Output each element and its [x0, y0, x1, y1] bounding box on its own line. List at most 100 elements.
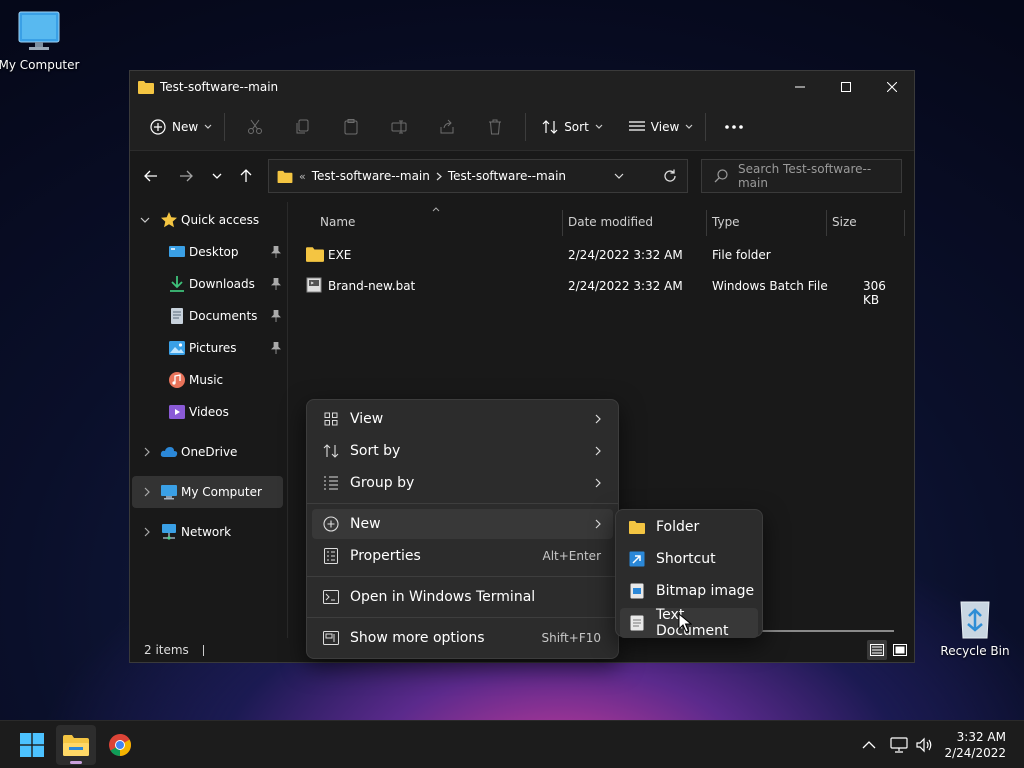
title-bar[interactable]: Test-software--main — [130, 71, 914, 103]
cut-icon — [248, 119, 263, 134]
submenu-item-folder[interactable]: Folder — [620, 512, 758, 542]
cut-button[interactable] — [231, 111, 279, 143]
more-options-button[interactable] — [716, 111, 752, 143]
desktop-icon-recycle-bin[interactable]: Recycle Bin — [933, 598, 1017, 658]
chevron-right-icon[interactable] — [142, 487, 152, 497]
file-row-bat[interactable]: Brand-new.bat 2/24/2022 3:32 AM Windows … — [300, 271, 902, 307]
breadcrumb-overflow[interactable]: « — [299, 170, 306, 183]
start-button[interactable] — [12, 725, 52, 765]
column-divider[interactable] — [826, 210, 827, 236]
share-button[interactable] — [423, 111, 471, 143]
menu-item-new[interactable]: New — [312, 509, 613, 539]
details-view-button[interactable] — [867, 640, 887, 660]
sidebar-item-network[interactable]: Network — [130, 516, 287, 548]
column-header-name[interactable]: Name — [320, 215, 355, 229]
music-icon — [169, 372, 185, 388]
breadcrumb-item[interactable]: Test-software--main — [312, 169, 430, 183]
address-bar[interactable]: « Test-software--main Test-software--mai… — [268, 159, 688, 193]
view-button[interactable]: View — [623, 111, 699, 143]
column-divider[interactable] — [562, 210, 563, 236]
menu-separator — [307, 617, 618, 618]
shortcut-icon — [628, 550, 646, 568]
menu-item-group-by[interactable]: Group by — [312, 468, 613, 498]
new-button[interactable]: New — [144, 111, 218, 143]
menu-item-properties[interactable]: Properties Alt+Enter — [312, 541, 613, 571]
sort-ascending-icon — [432, 207, 440, 212]
search-input[interactable]: Search Test-software--main — [701, 159, 902, 193]
paste-button[interactable] — [327, 111, 375, 143]
back-button[interactable] — [134, 160, 168, 192]
refresh-icon[interactable] — [663, 169, 677, 183]
minimize-button[interactable] — [777, 71, 823, 103]
taskbar-clock[interactable]: 3:32 AM 2/24/2022 — [944, 729, 1006, 761]
arrow-up-icon — [240, 169, 252, 182]
breadcrumb-item[interactable]: Test-software--main — [448, 169, 566, 183]
horizontal-scrollbar[interactable] — [756, 630, 894, 632]
submenu-item-shortcut[interactable]: Shortcut — [620, 544, 758, 574]
sidebar-item-quick-access[interactable]: Quick access — [130, 204, 287, 236]
chevron-down-icon[interactable] — [614, 173, 624, 179]
taskbar-file-explorer[interactable] — [56, 725, 96, 765]
volume-icon[interactable] — [916, 737, 934, 753]
file-row-exe[interactable]: EXE 2/24/2022 3:32 AM File folder — [300, 240, 902, 270]
sort-button-label: Sort — [564, 119, 589, 134]
menu-item-label: Group by — [350, 475, 415, 491]
chevron-right-icon[interactable] — [142, 447, 152, 457]
chevron-up-icon[interactable] — [862, 741, 876, 749]
column-header-type[interactable]: Type — [712, 215, 740, 229]
sidebar-item-pictures[interactable]: Pictures — [130, 332, 287, 364]
window-title: Test-software--main — [160, 80, 279, 94]
sidebar-item-documents[interactable]: Documents — [130, 300, 287, 332]
rename-button[interactable] — [375, 111, 423, 143]
column-divider[interactable] — [706, 210, 707, 236]
taskbar-chrome[interactable] — [100, 725, 140, 765]
windows-logo-icon — [20, 733, 44, 757]
sidebar-item-music[interactable]: Music — [130, 364, 287, 396]
submenu-item-bitmap[interactable]: Bitmap image — [620, 576, 758, 606]
menu-item-show-more-options[interactable]: Show more options Shift+F10 — [312, 623, 613, 653]
sidebar-item-label: Downloads — [189, 277, 255, 291]
sidebar-item-label: OneDrive — [181, 445, 238, 459]
column-header-size[interactable]: Size — [832, 215, 857, 229]
delete-button[interactable] — [471, 111, 519, 143]
menu-separator — [307, 503, 618, 504]
file-name: Brand-new.bat — [328, 279, 416, 293]
arrow-left-icon — [144, 170, 157, 182]
properties-icon — [322, 547, 340, 565]
chrome-icon — [109, 734, 131, 756]
forward-button[interactable] — [169, 160, 203, 192]
menu-item-sort-by[interactable]: Sort by — [312, 436, 613, 466]
up-button[interactable] — [229, 160, 263, 192]
menu-item-view[interactable]: View — [312, 404, 613, 434]
copy-button[interactable] — [279, 111, 327, 143]
sidebar-item-my-computer[interactable]: My Computer — [132, 476, 283, 508]
close-button[interactable] — [869, 71, 915, 103]
chevron-right-icon[interactable] — [142, 527, 152, 537]
desktop-icon-my-computer[interactable]: My Computer — [0, 10, 81, 72]
column-header-date[interactable]: Date modified — [568, 215, 653, 229]
menu-item-label: New — [350, 516, 381, 532]
chevron-down-icon[interactable] — [140, 217, 150, 223]
sidebar-item-videos[interactable]: Videos — [130, 396, 287, 428]
sort-icon — [542, 119, 558, 134]
copy-icon — [296, 119, 309, 133]
sidebar-item-onedrive[interactable]: OneDrive — [130, 436, 287, 468]
pin-icon — [271, 278, 281, 290]
menu-item-open-terminal[interactable]: Open in Windows Terminal — [312, 582, 613, 612]
shortcut-hint: Alt+Enter — [542, 549, 601, 563]
toolbar-divider — [224, 112, 226, 141]
column-divider[interactable] — [904, 210, 905, 236]
menu-item-label: View — [350, 411, 384, 427]
sidebar-item-downloads[interactable]: Downloads — [130, 268, 287, 300]
sidebar-item-desktop[interactable]: Desktop — [130, 236, 287, 268]
sort-button[interactable]: Sort — [536, 111, 609, 143]
tiles-view-button[interactable] — [890, 640, 910, 660]
navigation-row: « Test-software--main Test-software--mai… — [130, 151, 914, 201]
maximize-button[interactable] — [823, 71, 869, 103]
status-divider — [202, 644, 204, 656]
mouse-cursor-icon — [678, 613, 692, 633]
rename-icon — [391, 120, 407, 133]
chevron-right-icon — [595, 414, 601, 424]
search-placeholder: Search Test-software--main — [737, 162, 872, 190]
network-status-icon[interactable] — [890, 737, 908, 753]
